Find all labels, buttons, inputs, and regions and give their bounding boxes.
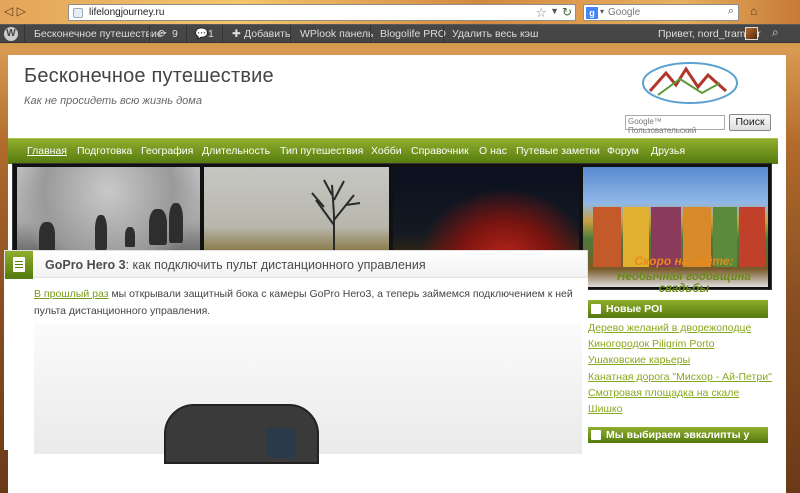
widget-title: Новые POI	[606, 303, 663, 315]
post-title-rest[interactable]: : как подключить пульт дистанционного уп…	[126, 258, 426, 272]
document-icon	[5, 251, 33, 279]
chevron-down-icon[interactable]: ▼	[550, 6, 559, 16]
menu-item-home[interactable]: Главная	[27, 145, 67, 157]
menu-item-forum[interactable]: Форум	[607, 145, 639, 157]
widget-icon	[591, 430, 601, 440]
list-item[interactable]: Шишко	[588, 401, 778, 417]
menu-item-preparation[interactable]: Подготовка	[77, 145, 132, 157]
site-header: Бесконечное путешествие Как не просидеть…	[8, 55, 786, 135]
search-button[interactable]: Поиск	[729, 114, 771, 131]
widget-header-new-poi: Новые POI	[588, 300, 768, 318]
menu-item-hobby[interactable]: Хобби	[371, 145, 402, 157]
admin-site-name[interactable]: Бесконечное путешествие	[34, 25, 163, 43]
widget-header-eucalyptus: Мы выбираем эвкалипты у	[588, 427, 768, 443]
site-title[interactable]: Бесконечное путешествие	[24, 65, 274, 88]
list-item[interactable]: Смотровая площадка на скале	[588, 385, 778, 401]
admin-bar: W Бесконечное путешествие ⟳ 9 💬 1 ✚ Доба…	[0, 24, 800, 43]
search-placeholder: Google	[608, 7, 641, 18]
bookmark-star-icon[interactable]: ☆	[535, 5, 547, 21]
list-item[interactable]: Киногородок Piligrim Porto	[588, 336, 778, 352]
slide-image-colorful-houses[interactable]	[583, 167, 768, 287]
post-header: GoPro Hero 3: как подключить пульт диста…	[4, 250, 588, 279]
updates-count[interactable]: 9	[172, 25, 178, 43]
post-image[interactable]	[34, 324, 582, 464]
post-body-text: мы открывали защитный бока с камеры GoPr…	[34, 288, 573, 317]
list-item[interactable]: Канатная дорога "Мисхор - Ай-Петри"	[588, 369, 778, 385]
menu-item-travel-notes[interactable]: Путевые заметки	[516, 145, 600, 157]
site-icon	[73, 8, 83, 18]
avatar[interactable]	[745, 27, 758, 40]
gopro-remote-photo	[164, 404, 319, 464]
site-logo[interactable]	[640, 59, 740, 107]
coming-soon-heading: Скоро на сайте:	[634, 254, 734, 268]
menu-item-about[interactable]: О нас	[479, 145, 507, 157]
menu-item-trip-type[interactable]: Тип путешествия	[280, 145, 363, 157]
updates-icon[interactable]: ⟳	[158, 25, 167, 43]
widget-icon	[591, 304, 601, 314]
post-excerpt: В прошлый раз мы открывали защитный бока…	[34, 286, 582, 320]
search-icon[interactable]: ⌕	[772, 25, 779, 40]
previous-post-link[interactable]: В прошлый раз	[34, 288, 109, 300]
address-bar[interactable]: lifelongjourney.ru ☆ ▼ ↻	[68, 4, 576, 21]
browser-nav-icons[interactable]: ◁ ▷	[4, 4, 26, 18]
comments-icon[interactable]: 💬	[195, 25, 208, 43]
add-new-link[interactable]: Добавить	[244, 25, 290, 43]
menu-item-geography[interactable]: География	[141, 145, 193, 157]
url-text: lifelongjourney.ru	[89, 7, 165, 18]
google-search-input[interactable]: Google™ Пользовательский	[625, 115, 725, 135]
blogolife-link[interactable]: Blogolife PRO	[380, 25, 446, 43]
google-icon[interactable]: g	[586, 7, 598, 19]
menu-item-friends[interactable]: Друзья	[651, 145, 685, 157]
site-tagline: Как не просидеть всю жизнь дома	[24, 95, 202, 107]
browser-chrome: ◁ ▷ lifelongjourney.ru ☆ ▼ ↻ g ▾ Google …	[0, 0, 800, 24]
browser-search-box[interactable]: g ▾ Google ⌕	[583, 4, 739, 21]
wordpress-logo-icon[interactable]: W	[4, 27, 18, 41]
reload-icon[interactable]: ↻	[562, 5, 572, 19]
post-title-bold[interactable]: GoPro Hero 3	[45, 258, 126, 272]
search-icon[interactable]: ⌕	[728, 5, 734, 18]
anniversary-link[interactable]: Необычная годовщина свадьбы	[592, 271, 776, 295]
google-search-label: Google™ Пользовательский	[628, 117, 697, 135]
wplook-panel-link[interactable]: WPlook панель	[300, 25, 374, 43]
list-item[interactable]: Ушаковские карьеры	[588, 352, 778, 368]
search-engine-dropdown-icon[interactable]: ▾	[600, 7, 604, 16]
post: GoPro Hero 3: как подключить пульт диста…	[4, 250, 588, 464]
menu-item-duration[interactable]: Длительность	[202, 145, 270, 157]
clear-cache-link[interactable]: Удалить весь кэш	[452, 25, 538, 43]
post-title[interactable]: GoPro Hero 3: как подключить пульт диста…	[45, 258, 426, 272]
comments-count[interactable]: 1	[208, 25, 214, 43]
poi-list: Дерево желаний в дворежоподце Киногородо…	[588, 320, 778, 417]
main-menu: Главная Подготовка География Длительност…	[8, 138, 778, 164]
menu-item-reference[interactable]: Справочник	[411, 145, 469, 157]
add-icon[interactable]: ✚	[232, 25, 241, 43]
list-item[interactable]: Дерево желаний в дворежоподце	[588, 320, 778, 336]
widget-title: Мы выбираем эвкалипты у	[606, 429, 750, 441]
home-icon[interactable]: ⌂	[750, 4, 757, 18]
